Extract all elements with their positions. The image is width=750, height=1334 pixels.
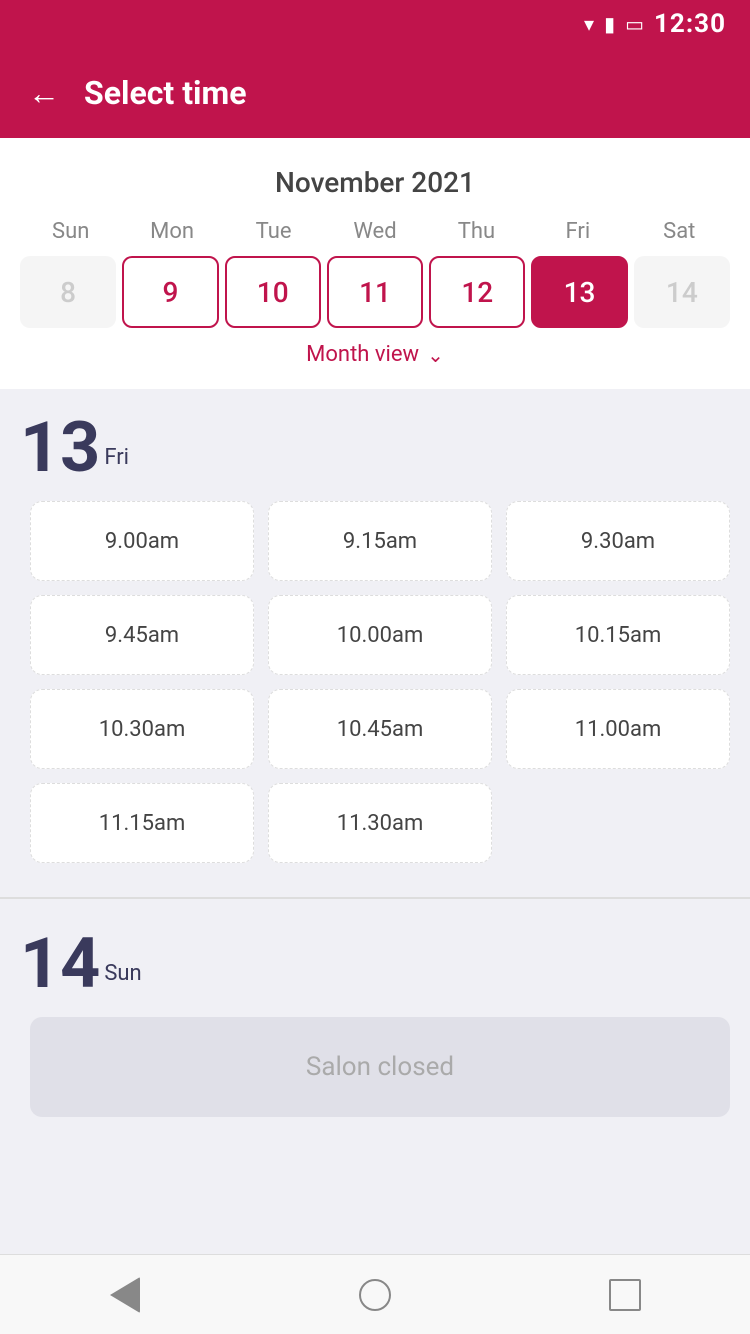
weekday-sun: Sun	[20, 219, 121, 244]
day-cell-8[interactable]: 8	[20, 256, 116, 328]
time-section-13: 13 Fri 9.00am 9.15am 9.30am 9.45am 10.00…	[0, 389, 750, 887]
time-slot-1000am[interactable]: 10.00am	[268, 595, 492, 675]
day-cell-11[interactable]: 11	[327, 256, 423, 328]
section-divider	[0, 897, 750, 899]
day-row-header-13: 13 Fri	[20, 413, 730, 483]
day-row: 8 9 10 11 12 13 14	[20, 256, 730, 328]
chevron-down-icon: ⌄	[427, 343, 444, 367]
nav-home-button[interactable]	[353, 1273, 397, 1317]
calendar-section: November 2021 Sun Mon Tue Wed Thu Fri Sa…	[0, 138, 750, 389]
salon-closed-section: 14 Sun Salon closed	[0, 909, 750, 1145]
time-slot-915am[interactable]: 9.15am	[268, 501, 492, 581]
time-slots-grid-13: 9.00am 9.15am 9.30am 9.45am 10.00am 10.1…	[30, 501, 730, 863]
time-slot-900am[interactable]: 9.00am	[30, 501, 254, 581]
day-name-14: Sun	[104, 961, 141, 986]
status-time: 12:30	[654, 9, 726, 39]
weekday-fri: Fri	[527, 219, 628, 244]
weekday-mon: Mon	[121, 219, 222, 244]
back-nav-icon	[110, 1277, 140, 1313]
time-slot-1100am[interactable]: 11.00am	[506, 689, 730, 769]
time-slot-1015am[interactable]: 10.15am	[506, 595, 730, 675]
time-slot-1045am[interactable]: 10.45am	[268, 689, 492, 769]
day-cell-12[interactable]: 12	[429, 256, 525, 328]
header: ← Select time	[0, 48, 750, 138]
month-year-label: November 2021	[20, 166, 730, 199]
day-name-13: Fri	[104, 445, 129, 470]
day-cell-14[interactable]: 14	[634, 256, 730, 328]
month-view-label: Month view	[306, 342, 419, 367]
status-icons: ▾ ▮ ▭ 12:30	[584, 9, 726, 39]
day-number-14: 14	[20, 929, 100, 999]
day-cell-13[interactable]: 13	[531, 256, 627, 328]
salon-closed-card: Salon closed	[30, 1017, 730, 1117]
day-cell-10[interactable]: 10	[225, 256, 321, 328]
day-row-header-14: 14 Sun	[20, 929, 730, 999]
time-slot-1130am[interactable]: 11.30am	[268, 783, 492, 863]
wifi-icon: ▾	[584, 12, 594, 36]
weekday-row: Sun Mon Tue Wed Thu Fri Sat	[20, 219, 730, 244]
nav-recents-button[interactable]	[603, 1273, 647, 1317]
weekday-thu: Thu	[426, 219, 527, 244]
status-bar: ▾ ▮ ▭ 12:30	[0, 0, 750, 48]
battery-icon: ▭	[625, 12, 644, 36]
time-slot-930am[interactable]: 9.30am	[506, 501, 730, 581]
home-nav-icon	[359, 1279, 391, 1311]
day-number-13: 13	[20, 413, 100, 483]
time-slot-1115am[interactable]: 11.15am	[30, 783, 254, 863]
month-view-toggle[interactable]: Month view ⌄	[20, 328, 730, 373]
weekday-sat: Sat	[629, 219, 730, 244]
time-slot-1030am[interactable]: 10.30am	[30, 689, 254, 769]
nav-back-button[interactable]	[103, 1273, 147, 1317]
page-title: Select time	[84, 74, 246, 112]
back-button[interactable]: ←	[28, 77, 60, 109]
time-slot-945am[interactable]: 9.45am	[30, 595, 254, 675]
weekday-tue: Tue	[223, 219, 324, 244]
recents-nav-icon	[609, 1279, 641, 1311]
salon-closed-label: Salon closed	[306, 1052, 454, 1082]
weekday-wed: Wed	[324, 219, 425, 244]
signal-icon: ▮	[604, 12, 615, 36]
bottom-nav	[0, 1254, 750, 1334]
day-cell-9[interactable]: 9	[122, 256, 218, 328]
